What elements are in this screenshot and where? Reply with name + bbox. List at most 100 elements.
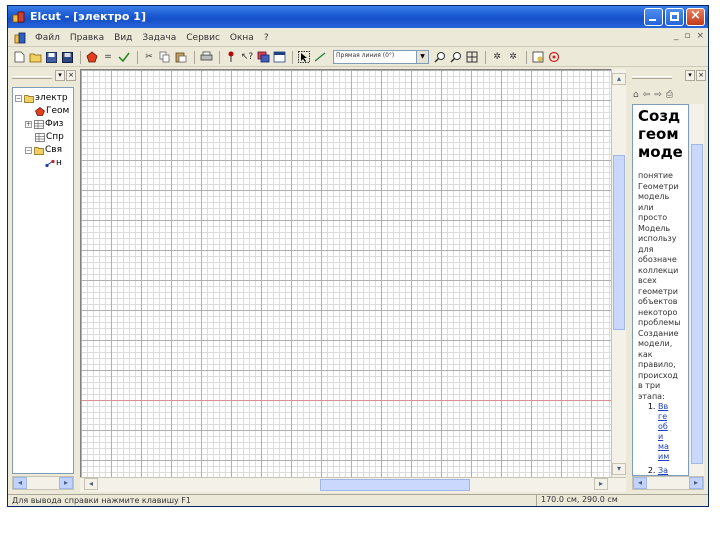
- save-icon[interactable]: [44, 50, 58, 64]
- tree-item-problem[interactable]: − электр: [15, 92, 68, 104]
- mdi-restore-button[interactable]: ▫: [684, 31, 690, 41]
- scroll-right-icon[interactable]: ▸: [59, 477, 73, 489]
- close-icon: ×: [690, 8, 701, 23]
- panel-close-button[interactable]: ×: [696, 70, 706, 81]
- close-button[interactable]: ×: [686, 8, 705, 26]
- new-file-icon[interactable]: [12, 50, 26, 64]
- tree-item-label: Геом: [46, 106, 70, 116]
- tree-horizontal-scrollbar[interactable]: ◂ ▸: [12, 476, 74, 490]
- help-link[interactable]: ге: [658, 412, 688, 422]
- menu-help[interactable]: ?: [259, 33, 274, 43]
- geometry-model-icon[interactable]: [85, 50, 99, 64]
- home-icon[interactable]: ⌂: [633, 90, 639, 100]
- tree-item-physics[interactable]: + Физ: [25, 118, 63, 130]
- problem-tree[interactable]: − электр Геом + Физ Спр − Свя н: [12, 87, 74, 474]
- mesh-remove-icon[interactable]: ✲: [506, 50, 520, 64]
- status-bar: Для вывода справки нажмите клавишу F1 17…: [8, 494, 708, 506]
- maximize-icon: [670, 12, 679, 21]
- tree-item-links[interactable]: − Свя: [25, 144, 62, 156]
- help-link[interactable]: ма: [658, 442, 688, 452]
- panel-menu-button[interactable]: ▾: [685, 70, 695, 81]
- panel-menu-button[interactable]: ▾: [55, 70, 65, 81]
- help-step: За: [658, 466, 688, 475]
- menu-view[interactable]: Вид: [109, 33, 137, 43]
- draw-line-icon[interactable]: [313, 50, 327, 64]
- scroll-left-icon[interactable]: ◂: [633, 477, 647, 489]
- help-horizontal-scrollbar[interactable]: ◂ ▸: [632, 476, 704, 490]
- toolbar-separator: [485, 50, 486, 64]
- table-icon: [34, 119, 44, 129]
- open-folder-icon[interactable]: [28, 50, 42, 64]
- tree-item-label: электр: [35, 93, 68, 103]
- panel-grip[interactable]: [632, 76, 672, 79]
- tree-expander-icon[interactable]: +: [25, 120, 32, 128]
- menu-edit[interactable]: Правка: [65, 33, 109, 43]
- window-list-icon[interactable]: [256, 50, 270, 64]
- scroll-down-icon[interactable]: ▾: [612, 463, 626, 475]
- field-view-icon[interactable]: [531, 50, 545, 64]
- tree-item-link-child[interactable]: н: [45, 157, 62, 169]
- toolbar-separator: [219, 50, 220, 64]
- scroll-right-icon[interactable]: ▸: [594, 478, 608, 490]
- help-toolbar: ⌂ ⇦ ⇨ ⎙: [630, 88, 706, 102]
- mdi-close-button[interactable]: ×: [696, 31, 704, 41]
- cut-icon[interactable]: ✂: [142, 50, 156, 64]
- context-help-icon[interactable]: ↖?: [240, 50, 254, 64]
- scroll-up-icon[interactable]: ▴: [612, 73, 626, 85]
- document-icon[interactable]: [14, 32, 26, 44]
- edge-type-dropdown[interactable]: Прямая линия (0°) ▼: [333, 50, 429, 64]
- help-link[interactable]: За: [658, 466, 688, 475]
- scroll-right-icon[interactable]: ▸: [689, 477, 703, 489]
- mdi-minimize-button[interactable]: _: [674, 31, 679, 41]
- maximize-button[interactable]: [665, 8, 684, 26]
- help-link[interactable]: Вв: [658, 402, 688, 412]
- geometry-drawing-canvas[interactable]: [80, 69, 611, 477]
- panel-close-button[interactable]: ×: [66, 70, 76, 81]
- scroll-thumb[interactable]: [691, 144, 703, 464]
- canvas-horizontal-scrollbar[interactable]: ◂ ▸: [80, 477, 626, 492]
- stop-icon[interactable]: [547, 50, 561, 64]
- elcut-window: Elcut - [электро 1] × Файл Правка Вид За…: [7, 5, 709, 507]
- pin-icon[interactable]: [224, 50, 238, 64]
- panel-header[interactable]: ▾ ×: [630, 70, 706, 84]
- equals-icon[interactable]: =: [101, 50, 115, 64]
- title-bar[interactable]: Elcut - [электро 1] ×: [8, 6, 708, 28]
- print-icon[interactable]: ⎙: [666, 90, 673, 100]
- menu-tools[interactable]: Сервис: [181, 33, 225, 43]
- scroll-thumb[interactable]: [320, 479, 470, 491]
- forward-icon[interactable]: ⇨: [654, 90, 662, 100]
- properties-icon[interactable]: [272, 50, 286, 64]
- tree-item-geometry[interactable]: Геом: [35, 105, 69, 117]
- tree-expander-icon[interactable]: −: [15, 94, 22, 102]
- help-link[interactable]: и: [658, 432, 688, 442]
- paste-icon[interactable]: [174, 50, 188, 64]
- print-icon[interactable]: [199, 50, 213, 64]
- help-link[interactable]: об: [658, 422, 688, 432]
- solve-icon[interactable]: [117, 50, 131, 64]
- menu-problem[interactable]: Задача: [137, 33, 181, 43]
- save-all-icon[interactable]: [60, 50, 74, 64]
- zoom-out-icon[interactable]: [449, 50, 463, 64]
- zoom-in-icon[interactable]: [433, 50, 447, 64]
- tree-item-reference[interactable]: Спр: [35, 131, 64, 143]
- scroll-left-icon[interactable]: ◂: [13, 477, 27, 489]
- back-icon[interactable]: ⇦: [643, 90, 651, 100]
- tree-expander-icon[interactable]: −: [25, 146, 32, 154]
- zoom-fit-icon[interactable]: [465, 50, 479, 64]
- help-vertical-scrollbar[interactable]: [690, 104, 704, 476]
- menu-file[interactable]: Файл: [30, 33, 65, 43]
- menu-window[interactable]: Окна: [225, 33, 259, 43]
- toolbar-separator: [526, 50, 527, 64]
- panel-header[interactable]: ▾ ×: [10, 70, 76, 84]
- scroll-left-icon[interactable]: ◂: [84, 478, 98, 490]
- dropdown-arrow-icon[interactable]: ▼: [416, 51, 428, 63]
- select-cursor-icon[interactable]: [297, 50, 311, 64]
- canvas-vertical-scrollbar[interactable]: ▴ ▾: [611, 69, 626, 477]
- scroll-thumb[interactable]: [613, 155, 625, 330]
- copy-icon[interactable]: [158, 50, 172, 64]
- panel-grip[interactable]: [12, 76, 52, 79]
- help-link[interactable]: им: [658, 452, 688, 462]
- minimize-button[interactable]: [644, 8, 663, 26]
- help-paragraph: понятие Геометри модель или просто Модель испо…: [638, 171, 681, 327]
- mesh-build-icon[interactable]: ✲: [490, 50, 504, 64]
